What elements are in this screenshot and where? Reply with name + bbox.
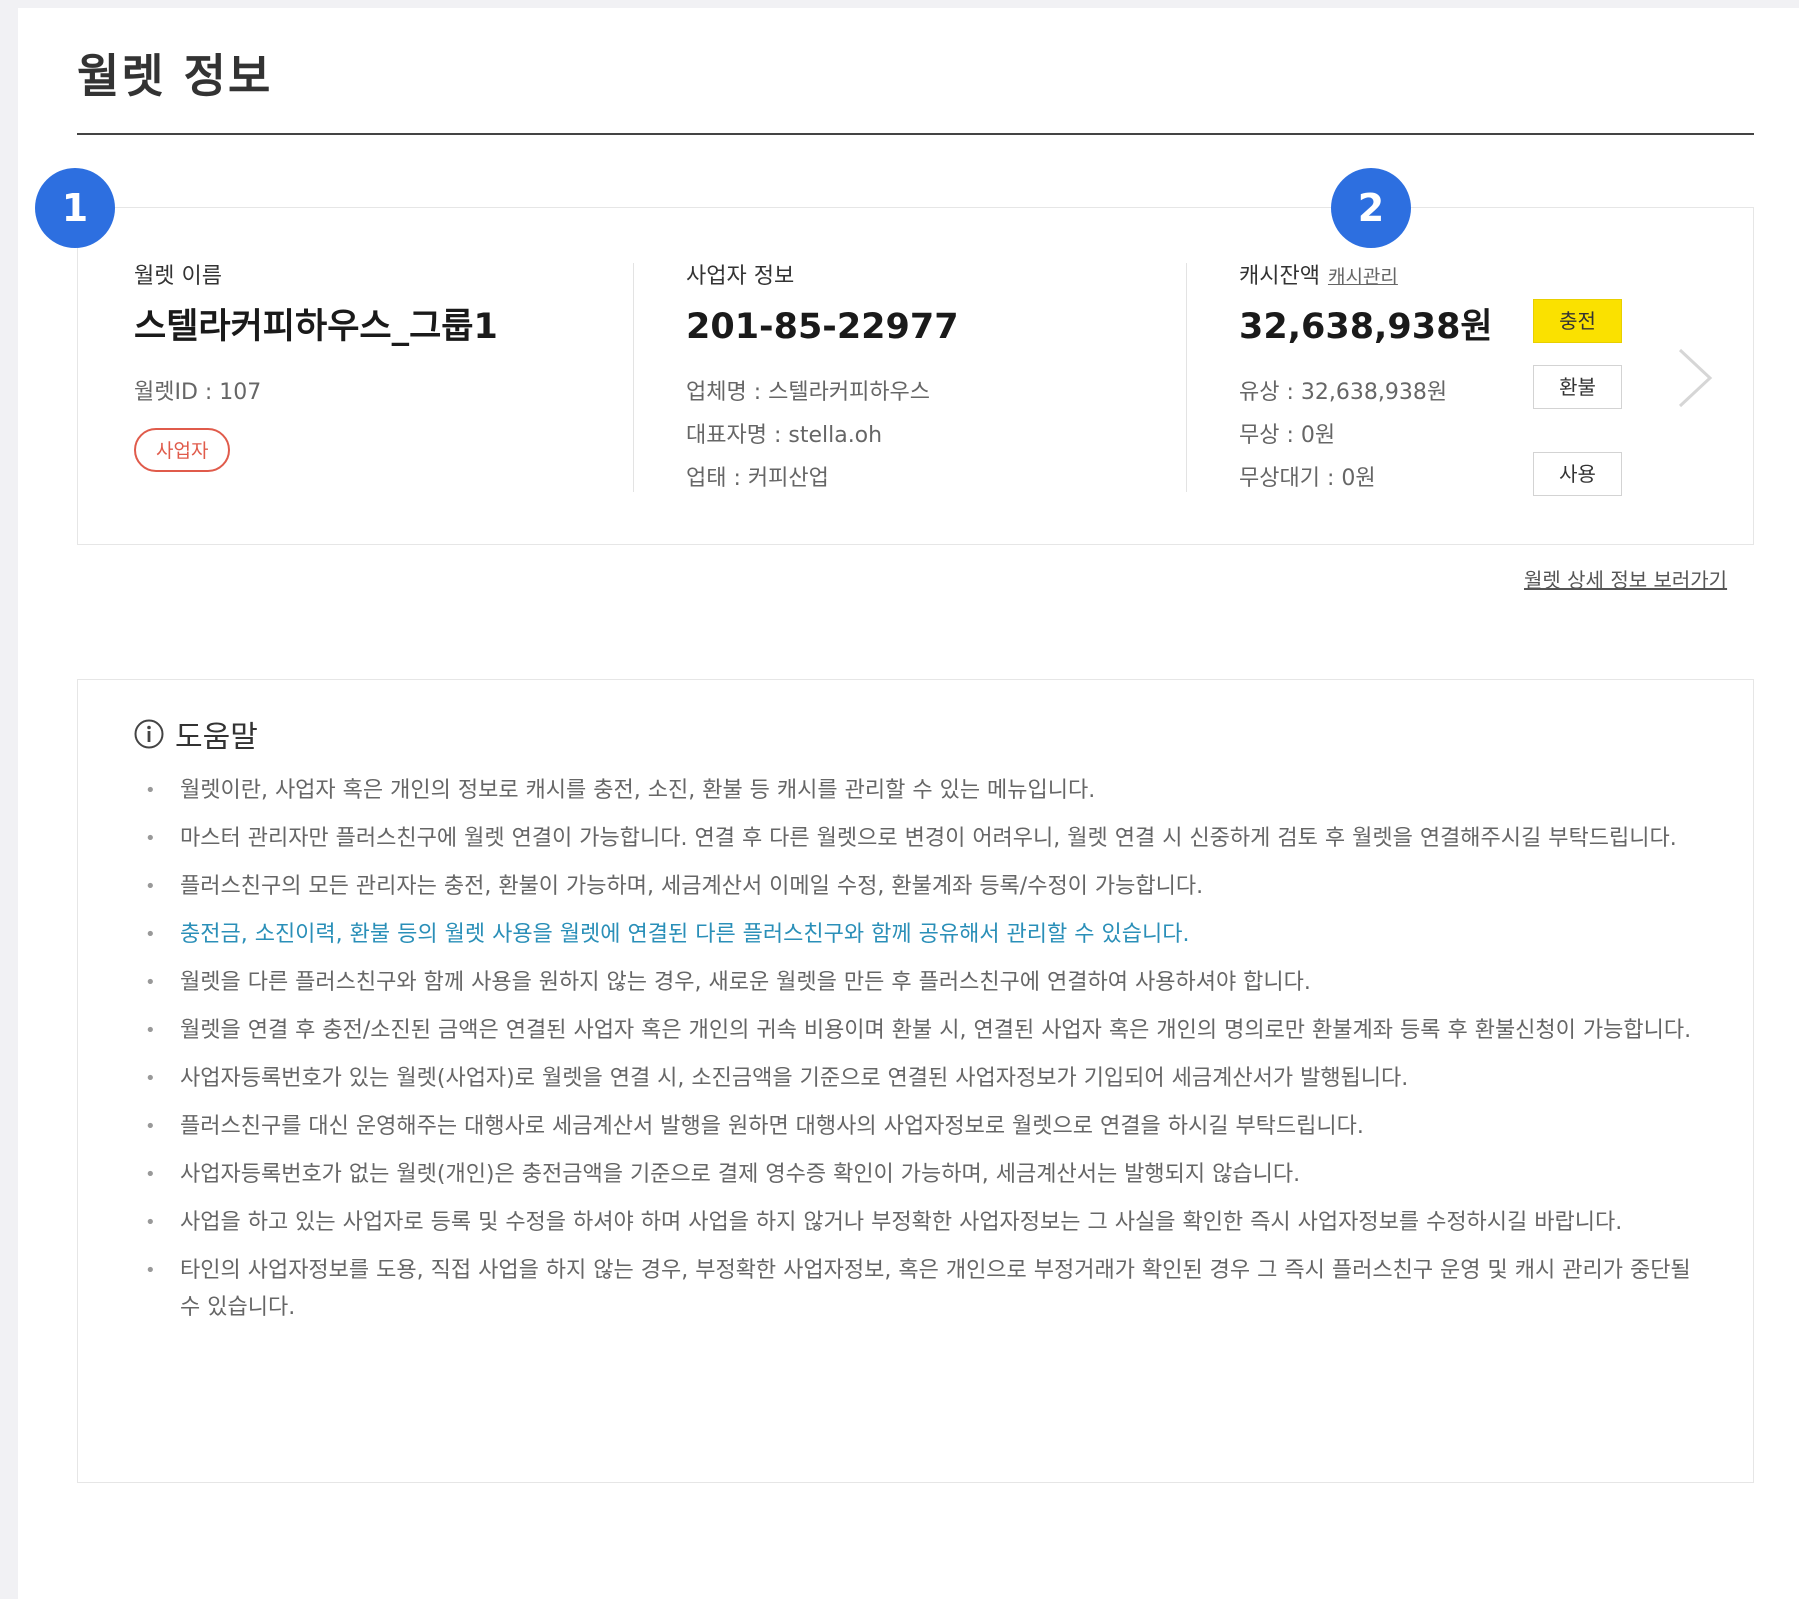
wallet-id: 월렛ID : 107 (134, 380, 262, 405)
cash-balance-column: 캐시잔액 캐시관리 32,638,938원 유상 : 32,638,938원 무상… (1239, 263, 1493, 500)
help-item: 월렛이란, 사업자 혹은 개인의 정보로 캐시를 충전, 소진, 환불 등 캐시… (133, 772, 1703, 809)
help-item: 플러스친구를 대신 운영해주는 대행사로 세금계산서 발행을 원하면 대행사의 … (133, 1108, 1703, 1145)
help-item: 사업자등록번호가 없는 월렛(개인)은 충전금액을 기준으로 결제 영수증 확인… (133, 1156, 1703, 1193)
help-item: 월렛을 다른 플러스친구와 함께 사용을 원하지 않는 경우, 새로운 월렛을 … (133, 964, 1703, 1001)
wallet-detail-link[interactable]: 월렛 상세 정보 보러가기 (1524, 564, 1727, 593)
help-item-highlighted: 충전금, 소진이력, 환불 등의 월렛 사용을 월렛에 연결된 다른 플러스친구… (133, 916, 1703, 953)
help-title: 도움말 (175, 720, 258, 755)
business-info-column: 사업자 정보 201-85-22977 업체명 : 스텔라커피하우스 대표자명 … (686, 263, 959, 500)
charge-button[interactable]: 충전 (1533, 299, 1622, 343)
frame-left-border (0, 0, 18, 1599)
free-cash: 무상 : 0원 (1239, 423, 1336, 448)
help-item: 플러스친구의 모든 관리자는 충전, 환불이 가능하며, 세금계산서 이메일 수… (133, 868, 1703, 905)
cash-balance-label-row: 캐시잔액 캐시관리 (1239, 263, 1493, 291)
use-button[interactable]: 사용 (1533, 452, 1622, 496)
wallet-name-label: 월렛 이름 (134, 264, 222, 289)
help-item: 월렛을 연결 후 충전/소진된 금액은 연결된 사업자 혹은 개인의 귀속 비용… (133, 1012, 1703, 1049)
page-title: 월렛 정보 (77, 49, 273, 103)
business-info-label: 사업자 정보 (686, 264, 795, 289)
chevron-right-icon[interactable] (1658, 338, 1728, 418)
help-item: 사업을 하고 있는 사업자로 등록 및 수정을 하셔야 하며 사업을 하지 않거… (133, 1204, 1703, 1241)
wallet-info-card: 월렛 이름 스텔라커피하우스_그룹1 월렛ID : 107 사업자 사업자 정보… (77, 207, 1754, 545)
free-pending-cash: 무상대기 : 0원 (1239, 466, 1376, 491)
ceo-name: 대표자명 : stella.oh (686, 423, 883, 448)
column-divider (1186, 263, 1187, 492)
wallet-type-badge: 사업자 (134, 428, 231, 472)
help-item: 사업자등록번호가 있는 월렛(사업자)로 월렛을 연결 시, 소진금액을 기준으… (133, 1060, 1703, 1097)
wallet-name-column: 월렛 이름 스텔라커피하우스_그룹1 월렛ID : 107 사업자 (134, 263, 498, 472)
business-number: 201-85-22977 (686, 307, 959, 347)
column-divider (633, 263, 634, 492)
refund-button[interactable]: 환불 (1533, 365, 1622, 409)
business-category: 업태 : 커피산업 (686, 466, 829, 491)
wallet-name: 스텔라커피하우스_그룹1 (134, 307, 498, 347)
step-marker-1: 1 (35, 168, 115, 248)
cash-balance: 32,638,938원 (1239, 307, 1493, 347)
help-panel: 도움말 월렛이란, 사업자 혹은 개인의 정보로 캐시를 충전, 소진, 환불 … (77, 679, 1754, 1483)
company-name: 업체명 : 스텔라커피하우스 (686, 380, 931, 405)
help-header: 도움말 (133, 714, 258, 755)
title-divider (77, 133, 1754, 135)
cash-manage-link[interactable]: 캐시관리 (1328, 266, 1398, 288)
cash-balance-label: 캐시잔액 (1239, 264, 1320, 289)
help-item: 마스터 관리자만 플러스친구에 월렛 연결이 가능합니다. 연결 후 다른 월렛… (133, 820, 1703, 857)
help-item: 타인의 사업자정보를 도용, 직접 사업을 하지 않는 경우, 부정확한 사업자… (133, 1252, 1703, 1326)
help-list: 월렛이란, 사업자 혹은 개인의 정보로 캐시를 충전, 소진, 환불 등 캐시… (133, 772, 1703, 1337)
step-marker-2: 2 (1331, 168, 1411, 248)
frame-top-border (0, 0, 1799, 8)
info-icon (134, 719, 164, 749)
paid-cash: 유상 : 32,638,938원 (1239, 380, 1448, 405)
